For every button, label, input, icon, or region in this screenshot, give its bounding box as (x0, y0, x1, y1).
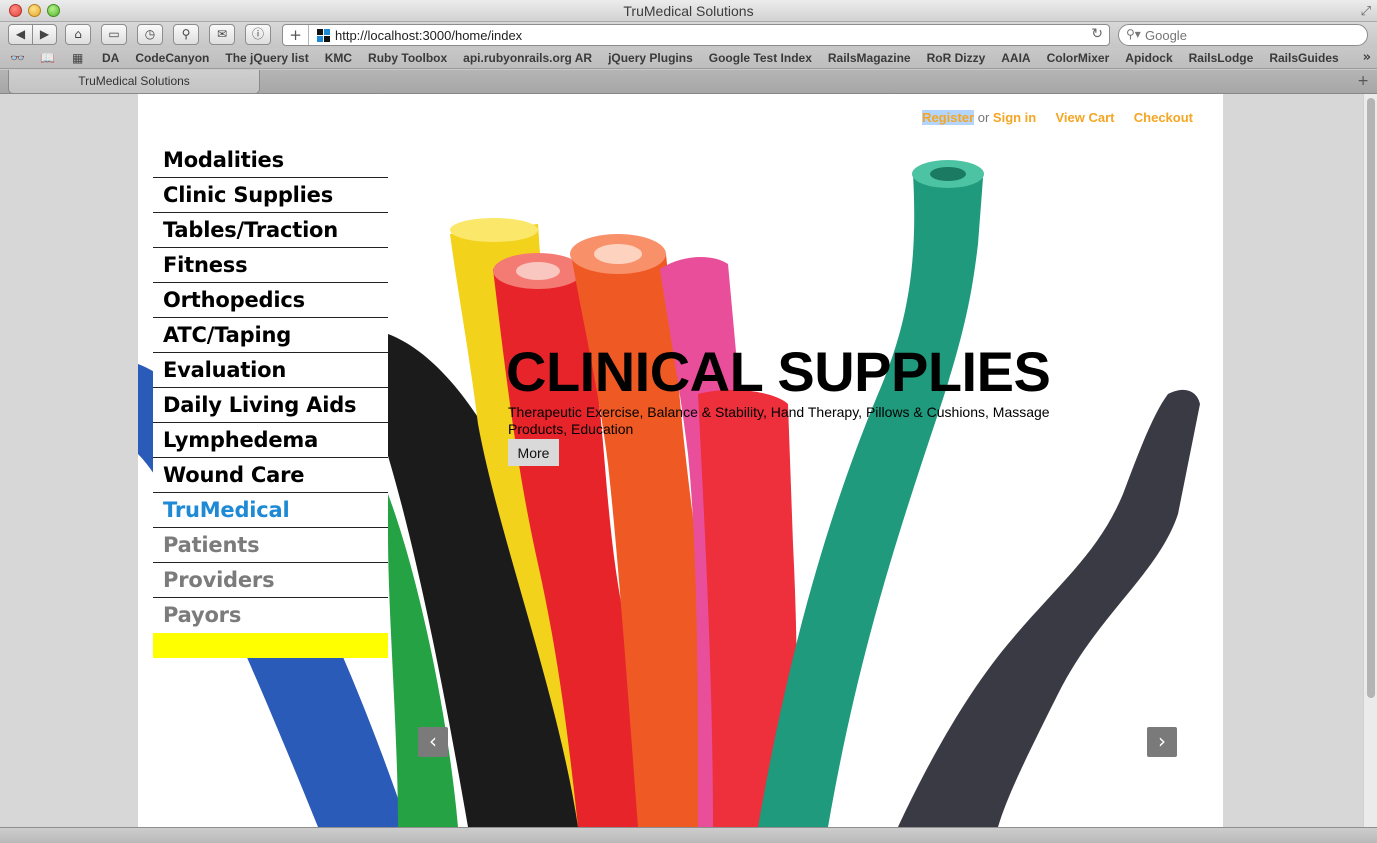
forward-arrow-icon: ▶ (39, 27, 50, 41)
reload-icon[interactable]: ↻ (1091, 26, 1103, 42)
search-icon[interactable]: ⚲▾ (1126, 27, 1141, 41)
nav-item-fitness[interactable]: Fitness (153, 248, 388, 283)
more-bookmarks-icon[interactable]: » (1363, 50, 1371, 65)
clock-icon: ◷ (144, 27, 156, 41)
url-text[interactable]: http://localhost:3000/home/index (335, 28, 522, 43)
window-title: TruMedical Solutions (623, 3, 754, 19)
nav-highlight-bar (153, 633, 388, 658)
bookmark-item[interactable]: jQuery Plugins (608, 51, 693, 65)
nav-item-patients[interactable]: Patients (153, 528, 388, 563)
web-page: Register or Sign in View Cart Checkout M… (138, 94, 1223, 827)
checkout-link[interactable]: Checkout (1134, 110, 1193, 125)
nav-item-atc-taping[interactable]: ATC/Taping (153, 318, 388, 353)
more-button[interactable]: More (508, 439, 559, 466)
bookmark-item[interactable]: Ruby Toolbox (368, 51, 447, 65)
nav-item-payors[interactable]: Payors (153, 598, 388, 633)
bookmark-item[interactable]: The jQuery list (225, 51, 308, 65)
scrollbar-thumb[interactable] (1367, 98, 1375, 698)
hero-title: CLINICAL SUPPLIES (506, 340, 1051, 403)
nav-item-wound-care[interactable]: Wound Care (153, 458, 388, 493)
browser-viewport: Register or Sign in View Cart Checkout M… (0, 94, 1363, 827)
bookmark-list: DA CodeCanyon The jQuery list KMC Ruby T… (102, 51, 1339, 65)
back-button[interactable]: ◀ (8, 24, 33, 45)
bookmark-item[interactable]: Apidock (1125, 51, 1172, 65)
info-button[interactable]: ⓘ (245, 24, 271, 45)
bookmark-item[interactable]: RailsLodge (1189, 51, 1254, 65)
tab-trumedical[interactable]: TruMedical Solutions (8, 70, 260, 94)
or-text: or (977, 110, 990, 125)
bookmark-item[interactable]: RoR Dizzy (927, 51, 986, 65)
carousel-next-button[interactable]: › (1147, 727, 1177, 757)
bookmark-item[interactable]: AAIA (1001, 51, 1030, 65)
vertical-scrollbar[interactable] (1363, 94, 1377, 827)
nav-item-daily-living-aids[interactable]: Daily Living Aids (153, 388, 388, 423)
chevron-right-icon: › (1158, 729, 1166, 753)
history-button[interactable]: ◷ (137, 24, 163, 45)
bookmark-item[interactable]: CodeCanyon (135, 51, 209, 65)
back-arrow-icon: ◀ (15, 27, 26, 41)
reading-list-button[interactable]: ▭ (101, 24, 127, 45)
bookmark-item[interactable]: api.rubyonrails.org AR (463, 51, 592, 65)
nav-item-tables-traction[interactable]: Tables/Traction (153, 213, 388, 248)
home-icon: ⌂ (74, 27, 82, 41)
hero-subtitle: Therapeutic Exercise, Balance & Stabilit… (508, 404, 1050, 437)
nav-item-orthopedics[interactable]: Orthopedics (153, 283, 388, 318)
bookmark-button[interactable]: ⚲ (173, 24, 199, 45)
category-nav: Modalities Clinic Supplies Tables/Tracti… (153, 143, 388, 658)
tab-bar: TruMedical Solutions + (0, 70, 1377, 94)
address-bar[interactable]: + http://localhost:3000/home/index ↻ (282, 24, 1110, 46)
nav-item-clinic-supplies[interactable]: Clinic Supplies (153, 178, 388, 213)
user-links: Register or Sign in View Cart Checkout (922, 110, 1193, 125)
view-cart-link[interactable]: View Cart (1056, 110, 1115, 125)
sign-in-link[interactable]: Sign in (993, 110, 1036, 125)
search-input[interactable] (1145, 27, 1355, 43)
browser-toolbar: ◀ ▶ ⌂ ▭ ◷ ⚲ ✉ ⓘ + http://localhost:3000/… (0, 22, 1377, 48)
mail-icon: ✉ (216, 27, 228, 41)
nav-item-lymphedema[interactable]: Lymphedema (153, 423, 388, 458)
site-favicon-icon (317, 29, 331, 43)
bookmark-icon: ⚲ (181, 27, 191, 41)
nav-item-trumedical[interactable]: TruMedical (153, 493, 388, 528)
nav-item-modalities[interactable]: Modalities (153, 143, 388, 178)
nav-item-providers[interactable]: Providers (153, 563, 388, 598)
info-icon: ⓘ (251, 27, 264, 41)
bookmarks-bar: 👓 📖 ▦ DA CodeCanyon The jQuery list KMC … (0, 48, 1377, 69)
reading-list-icon: ▭ (108, 27, 120, 41)
grid-icon[interactable]: ▦ (72, 51, 83, 65)
reading-glasses-icon[interactable]: 👓 (10, 51, 25, 65)
forward-button[interactable]: ▶ (32, 24, 57, 45)
status-bar (0, 827, 1377, 843)
carousel-prev-button[interactable]: ‹ (418, 727, 448, 757)
chevron-left-icon: ‹ (429, 729, 437, 753)
book-icon[interactable]: 📖 (40, 51, 55, 65)
window-titlebar: TruMedical Solutions ⤢ (0, 0, 1377, 22)
bookmark-item[interactable]: Google Test Index (709, 51, 812, 65)
bookmark-item[interactable]: RailsMagazine (828, 51, 911, 65)
new-tab-icon[interactable]: + (1357, 73, 1369, 89)
register-link[interactable]: Register (922, 110, 975, 125)
bookmark-item[interactable]: ColorMixer (1047, 51, 1110, 65)
add-bookmark-icon[interactable]: + (283, 25, 309, 45)
fullscreen-icon[interactable]: ⤢ (1361, 4, 1371, 19)
home-button[interactable]: ⌂ (65, 24, 91, 45)
bookmark-item[interactable]: DA (102, 51, 119, 65)
bookmark-item[interactable]: KMC (325, 51, 352, 65)
nav-item-evaluation[interactable]: Evaluation (153, 353, 388, 388)
mail-button[interactable]: ✉ (209, 24, 235, 45)
bookmark-item[interactable]: RailsGuides (1269, 51, 1338, 65)
search-field[interactable]: ⚲▾ (1118, 24, 1368, 46)
